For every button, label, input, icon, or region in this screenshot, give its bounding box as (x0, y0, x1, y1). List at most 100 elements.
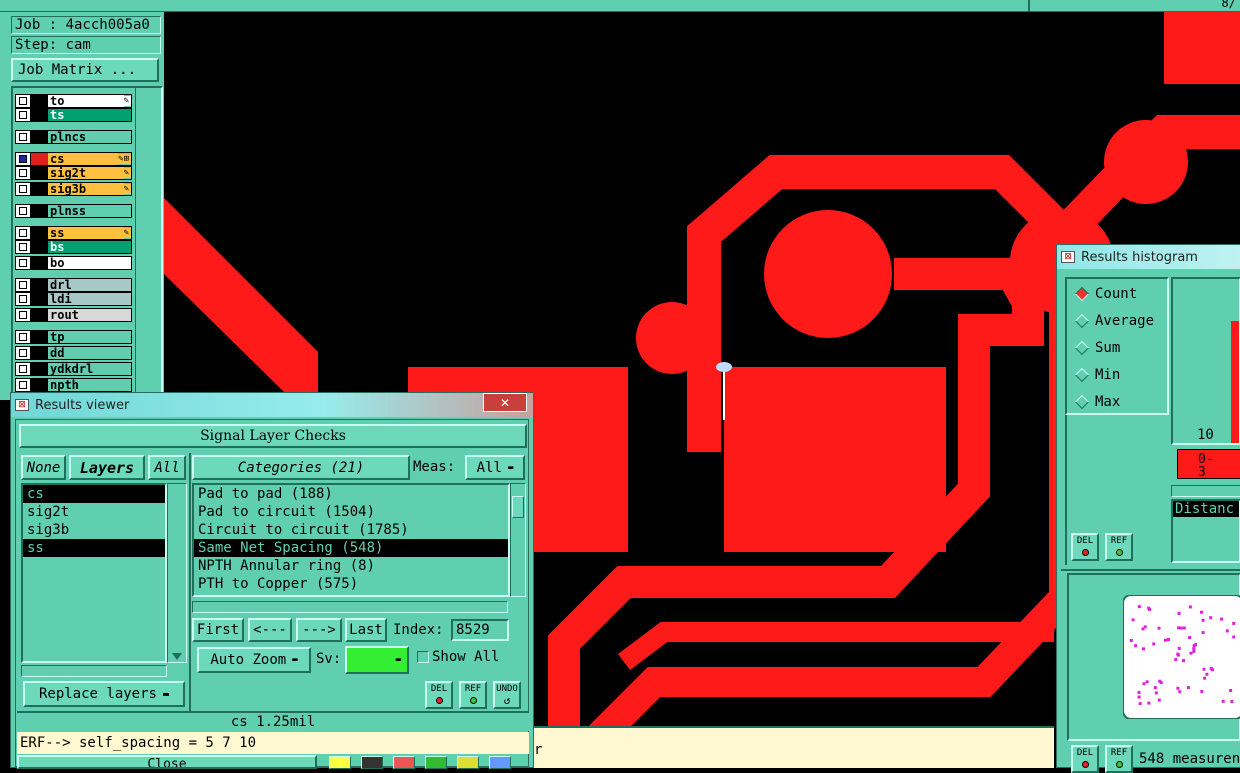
layer-list-item[interactable]: sig3b (23, 521, 165, 539)
layer-checkbox[interactable] (16, 241, 31, 253)
category-item[interactable]: Pad to pad (188) (194, 485, 508, 503)
layer-swatch[interactable] (31, 347, 48, 359)
category-scroll-thumb[interactable] (512, 496, 524, 518)
layer-name[interactable]: tp (48, 331, 131, 343)
layer-row-dd[interactable]: dd (15, 346, 132, 360)
categories-button[interactable]: Categories (21) (192, 455, 410, 480)
layer-name[interactable]: plnss (48, 205, 131, 217)
job-matrix-button[interactable]: Job Matrix ... (11, 58, 159, 82)
layer-swatch[interactable] (31, 95, 48, 107)
layer-name[interactable]: ldi (48, 293, 131, 305)
next-button[interactable]: ---> (296, 618, 342, 642)
minimap-del-button[interactable]: DEL (1071, 745, 1099, 773)
none-button[interactable]: None (21, 455, 66, 480)
layer-row-drl[interactable]: drl (15, 278, 132, 292)
layer-name[interactable]: dd (48, 347, 131, 359)
meas-dropdown[interactable]: All ▬ (465, 455, 525, 480)
replace-layers-dropdown[interactable]: Replace layers ▬ (23, 681, 185, 707)
layer-swatch[interactable] (31, 205, 48, 217)
layer-checkbox[interactable] (16, 167, 31, 179)
layer-swatch[interactable] (31, 153, 48, 165)
close-button[interactable]: Close (17, 755, 317, 769)
category-item[interactable]: NPTH Annular ring (8) (194, 557, 508, 575)
layer-name[interactable]: bs (48, 241, 131, 253)
layer-list-item[interactable]: cs (23, 485, 165, 503)
mode-sum[interactable]: Sum (1074, 337, 1167, 359)
result-marker[interactable] (716, 362, 732, 372)
first-button[interactable]: First (192, 618, 244, 642)
category-vscroll[interactable] (510, 483, 526, 597)
tool-red-icon[interactable] (393, 756, 415, 769)
layer-swatch[interactable] (31, 241, 48, 253)
layer-name[interactable]: cs (48, 153, 119, 165)
layer-name[interactable]: drl (48, 279, 131, 291)
layer-checkbox[interactable] (16, 279, 31, 291)
layer-row-plnss[interactable]: plnss (15, 204, 132, 218)
layer-swatch[interactable] (31, 257, 48, 269)
mode-min[interactable]: Min (1074, 364, 1167, 386)
layer-row-sig3b[interactable]: sig3b ✎ (15, 182, 132, 196)
tool-yellow2-icon[interactable] (457, 756, 479, 769)
layer-list-hscroll[interactable] (21, 665, 167, 677)
layer-row-bo[interactable]: bo (15, 256, 132, 270)
category-item[interactable]: Circuit to circuit (1785) (194, 521, 508, 539)
mode-average[interactable]: Average (1074, 310, 1167, 332)
ref-button[interactable]: REF (459, 681, 487, 709)
layer-row-tp[interactable]: tp (15, 330, 132, 344)
layer-swatch[interactable] (31, 379, 48, 391)
layer-checkbox[interactable] (16, 153, 31, 165)
layer-row-sig2t[interactable]: sig2t ✎ (15, 166, 132, 180)
layer-name[interactable]: rout (48, 309, 131, 321)
minimap-ref-button[interactable]: REF (1105, 745, 1133, 773)
histogram-bin[interactable]: 0- 3 (1177, 449, 1240, 479)
layer-row-to[interactable]: to ✎ (15, 94, 132, 108)
layer-name[interactable]: to (48, 95, 124, 107)
tool-green-icon[interactable] (425, 756, 447, 769)
layer-list-item[interactable]: sig2t (23, 503, 165, 521)
layer-row-npth[interactable]: npth (15, 378, 132, 392)
layer-row-ts[interactable]: ts (15, 108, 132, 122)
layer-checkbox[interactable] (16, 331, 31, 343)
layer-checkbox[interactable] (16, 227, 31, 239)
layer-swatch[interactable] (31, 309, 48, 321)
category-item[interactable]: PTH to Copper (575) (194, 575, 508, 593)
layer-checkbox[interactable] (16, 293, 31, 305)
layer-swatch[interactable] (31, 331, 48, 343)
last-button[interactable]: Last (345, 618, 387, 642)
histogram-hscroll[interactable] (1171, 485, 1240, 497)
category-item[interactable]: Pad to circuit (1504) (194, 503, 508, 521)
layer-row-bs[interactable]: bs (15, 240, 132, 254)
layer-checkbox[interactable] (16, 309, 31, 321)
close-window-button[interactable]: ✕ (483, 393, 527, 412)
tool-dark-icon[interactable] (361, 756, 383, 769)
layer-name[interactable]: plncs (48, 131, 131, 143)
layer-swatch[interactable] (31, 363, 48, 375)
hist-del-button[interactable]: DEL (1071, 533, 1099, 561)
layer-list-vscroll[interactable] (167, 483, 187, 663)
layer-name[interactable]: sig3b (48, 183, 124, 195)
histogram-titlebar[interactable]: ⊠ Results histogram (1057, 245, 1240, 269)
layer-swatch[interactable] (31, 131, 48, 143)
layer-swatch[interactable] (31, 279, 48, 291)
undo-button[interactable]: UNDO ↺ (493, 681, 521, 709)
results-viewer-titlebar[interactable]: ⊠ Results viewer (11, 393, 533, 417)
del-button[interactable]: DEL (425, 681, 453, 709)
layer-checkbox[interactable] (16, 379, 31, 391)
mode-count[interactable]: Count (1074, 283, 1167, 305)
scroll-down-icon[interactable] (172, 653, 182, 660)
signal-layer-checks-header[interactable]: Signal Layer Checks (19, 424, 527, 448)
layer-checkbox[interactable] (16, 109, 31, 121)
tool-chart-icon[interactable] (489, 756, 511, 769)
layer-swatch[interactable] (31, 167, 48, 179)
category-hscroll[interactable] (192, 601, 508, 613)
category-list[interactable]: Pad to pad (188) Pad to circuit (1504) Cir… (192, 483, 510, 597)
layer-name[interactable]: ydkdrl (48, 363, 131, 375)
layer-row-cs[interactable]: cs ✎⊞ (15, 152, 132, 166)
layer-row-ldi[interactable]: ldi (15, 292, 132, 306)
layer-row-plncs[interactable]: plncs (15, 130, 132, 144)
mode-max[interactable]: Max (1074, 391, 1167, 413)
layer-swatch[interactable] (31, 227, 48, 239)
category-item[interactable]: Same Net Spacing (548) (194, 539, 508, 557)
layer-name[interactable]: bo (48, 257, 131, 269)
layer-checkbox[interactable] (16, 205, 31, 217)
